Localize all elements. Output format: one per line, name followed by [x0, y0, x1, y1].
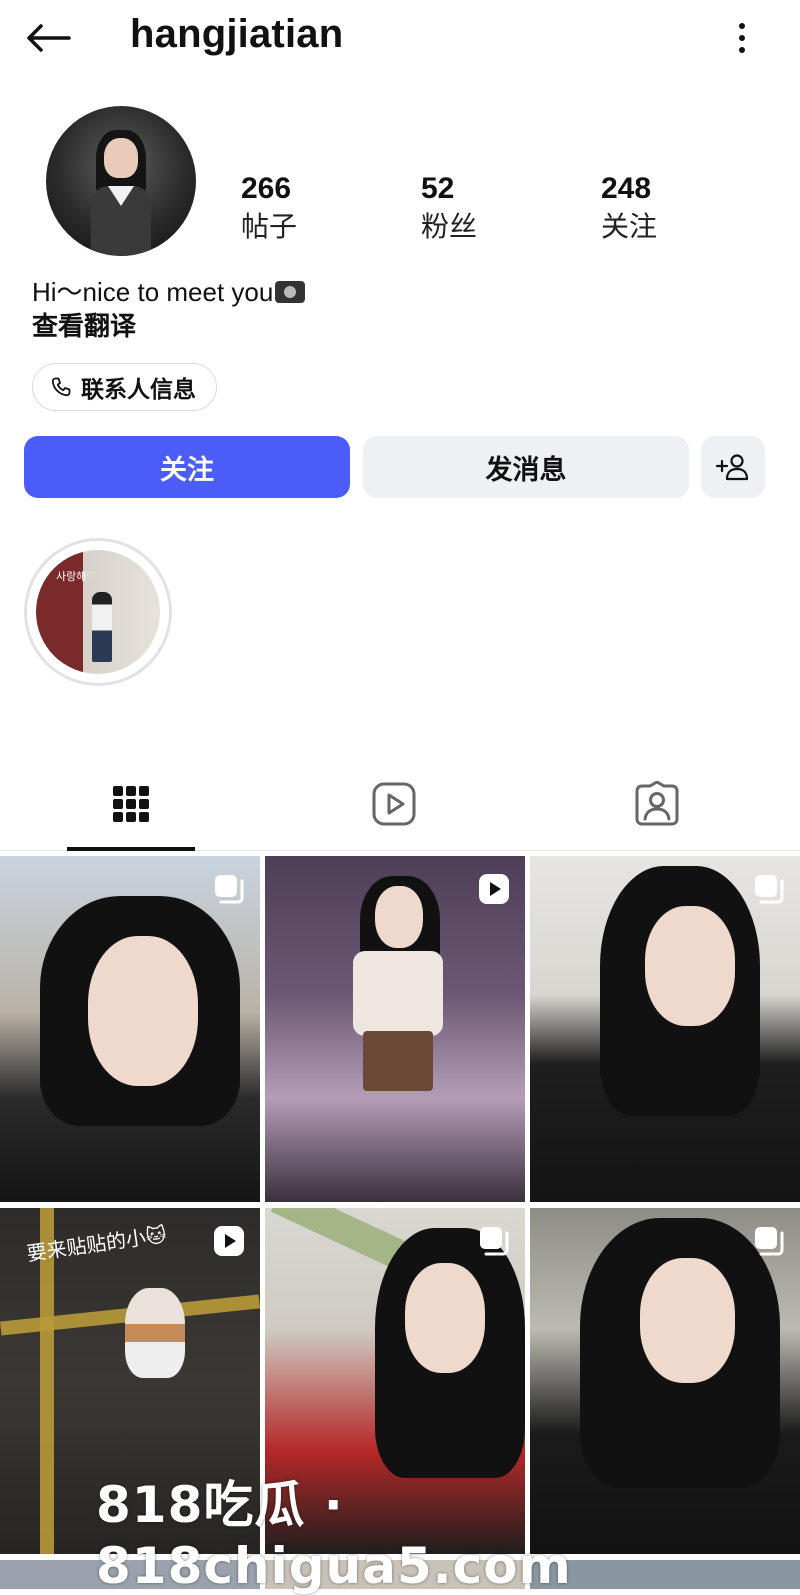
- message-button[interactable]: 发消息: [363, 436, 689, 498]
- tab-reels[interactable]: [364, 778, 424, 830]
- watermark-text: 818吃瓜 · 818chigua5.com: [96, 1476, 572, 1595]
- carousel-icon: [215, 875, 244, 904]
- tab-posts-grid[interactable]: [101, 778, 161, 830]
- more-dots-icon: [739, 23, 745, 29]
- camera-emoji-icon: [275, 281, 306, 303]
- posts-count[interactable]: 266 帖子: [241, 172, 371, 246]
- following-count[interactable]: 248 关注: [601, 172, 731, 246]
- followers-count[interactable]: 52 粉丝: [421, 172, 551, 246]
- grid-icon: [113, 786, 149, 822]
- suggest-users-button[interactable]: [701, 436, 765, 498]
- tagged-person-icon: [635, 781, 679, 826]
- contact-info-button[interactable]: 联系人信息: [32, 363, 217, 411]
- reel-icon: [214, 1226, 244, 1256]
- reel-icon: [479, 874, 509, 904]
- stat-value: 266: [241, 172, 292, 205]
- stat-label: 关注: [601, 211, 658, 242]
- more-options-button[interactable]: [724, 14, 760, 62]
- back-button[interactable]: [22, 14, 74, 62]
- tab-tagged[interactable]: [627, 778, 687, 830]
- carousel-icon: [755, 875, 784, 904]
- add-person-icon: [715, 454, 749, 481]
- profile-username: hangjiatian: [130, 12, 344, 56]
- highlight-caption: 사랑해♡: [56, 570, 97, 583]
- post-thumbnail[interactable]: [265, 856, 525, 1202]
- active-tab-indicator: [67, 847, 195, 851]
- stat-label: 粉丝: [421, 211, 478, 242]
- reels-icon: [372, 782, 416, 826]
- profile-avatar[interactable]: [46, 106, 196, 256]
- story-highlight-cover[interactable]: 사랑해♡: [36, 550, 160, 674]
- stat-value: 52: [421, 172, 455, 205]
- carousel-icon: [480, 1227, 509, 1256]
- phone-icon: [51, 377, 71, 397]
- stat-label: 帖子: [241, 211, 298, 242]
- carousel-icon: [755, 1227, 784, 1256]
- follow-button[interactable]: 关注: [24, 436, 350, 498]
- bio-text: Hi～nice to meet you: [32, 272, 306, 309]
- post-thumbnail[interactable]: [0, 856, 260, 1202]
- see-translation-link[interactable]: 查看翻译: [32, 306, 136, 343]
- arrow-left-icon: [27, 24, 71, 52]
- stat-value: 248: [601, 172, 652, 205]
- bio-content: Hi～nice to meet you: [32, 277, 274, 307]
- contact-info-label: 联系人信息: [81, 376, 196, 402]
- post-thumbnail[interactable]: [530, 856, 800, 1202]
